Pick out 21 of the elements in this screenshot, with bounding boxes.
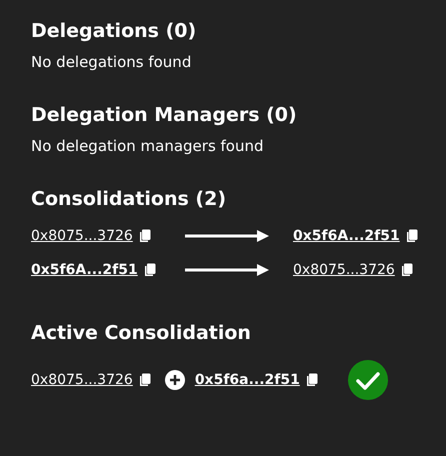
copy-icon[interactable] [306,373,318,387]
address-link[interactable]: 0x8075...3726 [31,226,133,246]
address-link[interactable]: 0x8075...3726 [31,370,133,390]
section-heading: Consolidations (2) [31,187,228,212]
address-link[interactable]: 0x5f6A...2f51 [31,260,138,280]
address-link[interactable]: 0x8075...3726 [293,260,395,280]
section-heading: Delegation Managers (0) [31,103,298,128]
address-link[interactable]: 0x5f6A...2f51 [293,226,400,246]
empty-message: No delegation managers found [31,136,265,156]
section-heading: Delegations (0) [31,19,198,44]
arrow-icon [185,230,269,242]
copy-icon[interactable] [138,373,151,387]
copy-icon[interactable] [406,229,418,243]
copy-icon[interactable] [400,263,413,277]
section-heading: Active Consolidation [31,321,252,346]
address-link[interactable]: 0x5f6a...2f51 [194,370,300,390]
copy-icon[interactable] [144,263,156,277]
empty-message: No delegations found [31,52,192,72]
plus-icon [164,370,185,390]
arrow-icon [185,264,269,276]
copy-icon[interactable] [138,229,151,243]
